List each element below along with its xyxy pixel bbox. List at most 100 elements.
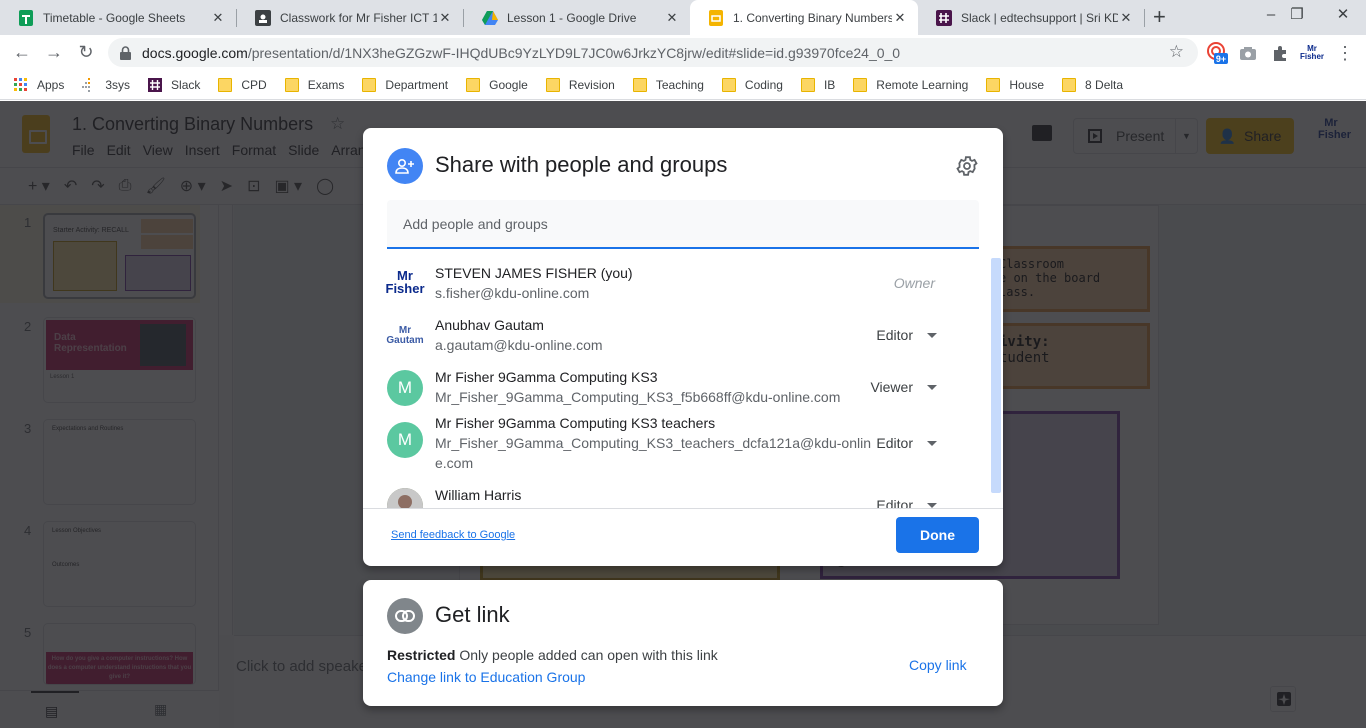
folder-icon bbox=[284, 77, 299, 92]
browser-menu-icon[interactable]: ⋮ bbox=[1334, 42, 1356, 64]
folder-icon bbox=[632, 77, 647, 92]
bookmark-8-delta[interactable]: 8 Delta bbox=[1062, 77, 1124, 92]
tab-drive[interactable]: Lesson 1 - Google Drive ✕ bbox=[464, 0, 690, 35]
slack-icon bbox=[936, 9, 952, 26]
avatar-text: Fisher bbox=[385, 281, 425, 296]
role-text: Viewer bbox=[870, 379, 913, 395]
close-tab-icon[interactable]: ✕ bbox=[1118, 10, 1134, 26]
gear-icon[interactable] bbox=[955, 154, 979, 178]
add-people-input[interactable] bbox=[387, 200, 979, 247]
tab-title: 1. Converting Binary Numbers - bbox=[733, 10, 892, 25]
bookmark-remote-learning[interactable]: Remote Learning bbox=[853, 77, 969, 92]
send-feedback-link[interactable]: Send feedback to Google bbox=[391, 529, 515, 541]
folder-icon bbox=[545, 77, 560, 92]
tab-slack[interactable]: Slack | edtechsupport | Sri KDU ✕ bbox=[918, 0, 1144, 35]
bookmark-label: 8 Delta bbox=[1085, 77, 1124, 92]
extension-icon[interactable]: 9+ bbox=[1206, 42, 1228, 64]
person-name: Mr Fisher 9Gamma Computing KS3 bbox=[435, 369, 658, 385]
person-name: STEVEN JAMES FISHER (you) bbox=[435, 265, 633, 281]
folder-icon bbox=[986, 77, 1001, 92]
bookmarks-bar: Apps 3sys Slack CPD Exams Department Goo… bbox=[0, 70, 1366, 100]
chevron-down-icon bbox=[927, 332, 937, 338]
role-dropdown[interactable]: Editor bbox=[876, 435, 937, 451]
address-bar[interactable]: docs.google.com/presentation/d/1NX3heGZG… bbox=[108, 38, 1198, 67]
role-text: Editor bbox=[876, 497, 913, 508]
bookmark-label: Teaching bbox=[655, 77, 704, 92]
extensions-puzzle-icon[interactable] bbox=[1269, 42, 1291, 64]
folder-icon bbox=[853, 77, 868, 92]
person-row: William Harris w.harris@kdu-online.com E… bbox=[363, 480, 983, 508]
avatar-text: M bbox=[397, 378, 413, 397]
google-drive-icon bbox=[482, 10, 498, 26]
bookmark-label: Revision bbox=[568, 77, 615, 92]
forward-button[interactable]: → bbox=[42, 41, 66, 63]
bookmark-coding[interactable]: Coding bbox=[721, 77, 783, 92]
new-tab-button[interactable]: + bbox=[1153, 5, 1166, 29]
share-dialog: Share with people and groups MrFisher ST… bbox=[363, 128, 1003, 566]
bookmark-house[interactable]: House bbox=[986, 77, 1044, 92]
avatar-text: M bbox=[397, 430, 413, 449]
apps-grid-icon bbox=[14, 77, 28, 92]
bookmark-label: Remote Learning bbox=[876, 77, 969, 92]
close-tab-icon[interactable]: ✕ bbox=[437, 10, 453, 26]
role-dropdown[interactable]: Editor bbox=[876, 497, 937, 508]
close-tab-icon[interactable]: ✕ bbox=[892, 10, 908, 26]
avatar-text: Gautam bbox=[386, 335, 424, 346]
role-dropdown[interactable]: Editor bbox=[876, 327, 937, 343]
restore-button[interactable]: ❐ bbox=[1274, 4, 1320, 26]
role-dropdown[interactable]: Viewer bbox=[870, 379, 937, 395]
back-button[interactable]: ← bbox=[10, 41, 34, 63]
close-tab-icon[interactable]: ✕ bbox=[210, 10, 226, 26]
reload-button[interactable]: ↻ bbox=[74, 41, 98, 63]
close-window-button[interactable]: ✕ bbox=[1320, 4, 1366, 26]
chevron-down-icon bbox=[927, 502, 937, 508]
get-link-panel: Get link Restricted Only people added ca… bbox=[363, 580, 1003, 706]
bookmark-label: IB bbox=[823, 77, 836, 92]
folder-icon bbox=[721, 77, 736, 92]
tab-title: Slack | edtechsupport | Sri KDU bbox=[961, 10, 1118, 25]
lock-icon bbox=[120, 45, 132, 60]
bookmark-label: 3sys bbox=[105, 77, 131, 92]
bookmark-apps[interactable]: Apps bbox=[14, 77, 65, 92]
add-people-input-field[interactable] bbox=[387, 200, 979, 249]
profile-avatar[interactable]: Mr Fisher bbox=[1300, 42, 1324, 64]
link-icon bbox=[387, 598, 423, 634]
restriction-description: Only people added can open with this lin… bbox=[459, 647, 718, 663]
tab-timetable[interactable]: Timetable - Google Sheets ✕ bbox=[0, 0, 236, 35]
bookmark-ib[interactable]: IB bbox=[800, 77, 836, 92]
bookmark-3sys[interactable]: 3sys bbox=[82, 77, 131, 92]
change-link-button[interactable]: Change link to Education Group bbox=[387, 669, 585, 685]
tab-classwork[interactable]: Classwork for Mr Fisher ICT 11( ✕ bbox=[237, 0, 463, 35]
3sys-icon bbox=[82, 77, 96, 92]
bookmark-google[interactable]: Google bbox=[466, 77, 528, 92]
chevron-down-icon bbox=[927, 440, 937, 446]
people-list-scrollbar[interactable] bbox=[991, 258, 1001, 493]
person-row: Mr Gautam Anubhav Gautam a.gautam@kdu-onl… bbox=[363, 310, 983, 362]
bookmark-label: Google bbox=[489, 77, 528, 92]
role-text: Editor bbox=[876, 435, 913, 451]
bookmark-teaching[interactable]: Teaching bbox=[632, 77, 704, 92]
person-email: Mr_Fisher_9Gamma_Computing_KS3_f5b668ff@… bbox=[435, 389, 841, 405]
avatar-photo bbox=[387, 488, 423, 508]
tab-converting-binary[interactable]: 1. Converting Binary Numbers - ✕ bbox=[690, 0, 918, 35]
copy-link-button[interactable]: Copy link bbox=[909, 657, 967, 673]
restriction-level[interactable]: Restricted bbox=[387, 647, 455, 663]
bookmark-star-icon[interactable]: ☆ bbox=[1169, 42, 1184, 62]
bookmark-cpd[interactable]: CPD bbox=[218, 77, 267, 92]
folder-icon bbox=[800, 77, 815, 92]
share-dialog-title: Share with people and groups bbox=[435, 152, 728, 177]
add-person-icon bbox=[387, 148, 423, 184]
slack-icon bbox=[148, 77, 163, 92]
bookmark-revision[interactable]: Revision bbox=[545, 77, 615, 92]
folder-icon bbox=[362, 77, 377, 92]
extension-badge: 9+ bbox=[1216, 54, 1226, 64]
close-tab-icon[interactable]: ✕ bbox=[664, 10, 680, 26]
camera-extension-icon[interactable] bbox=[1237, 42, 1259, 64]
bookmark-exams[interactable]: Exams bbox=[284, 77, 344, 92]
bookmark-slack[interactable]: Slack bbox=[148, 77, 200, 92]
tab-title: Classwork for Mr Fisher ICT 11( bbox=[280, 10, 437, 25]
done-button[interactable]: Done bbox=[896, 517, 979, 553]
bookmark-label: Apps bbox=[37, 77, 65, 92]
bookmark-department[interactable]: Department bbox=[362, 77, 448, 92]
url-path: /presentation/d/1NX3heGZGzwF-IHQdUBc9YzL… bbox=[247, 44, 901, 61]
